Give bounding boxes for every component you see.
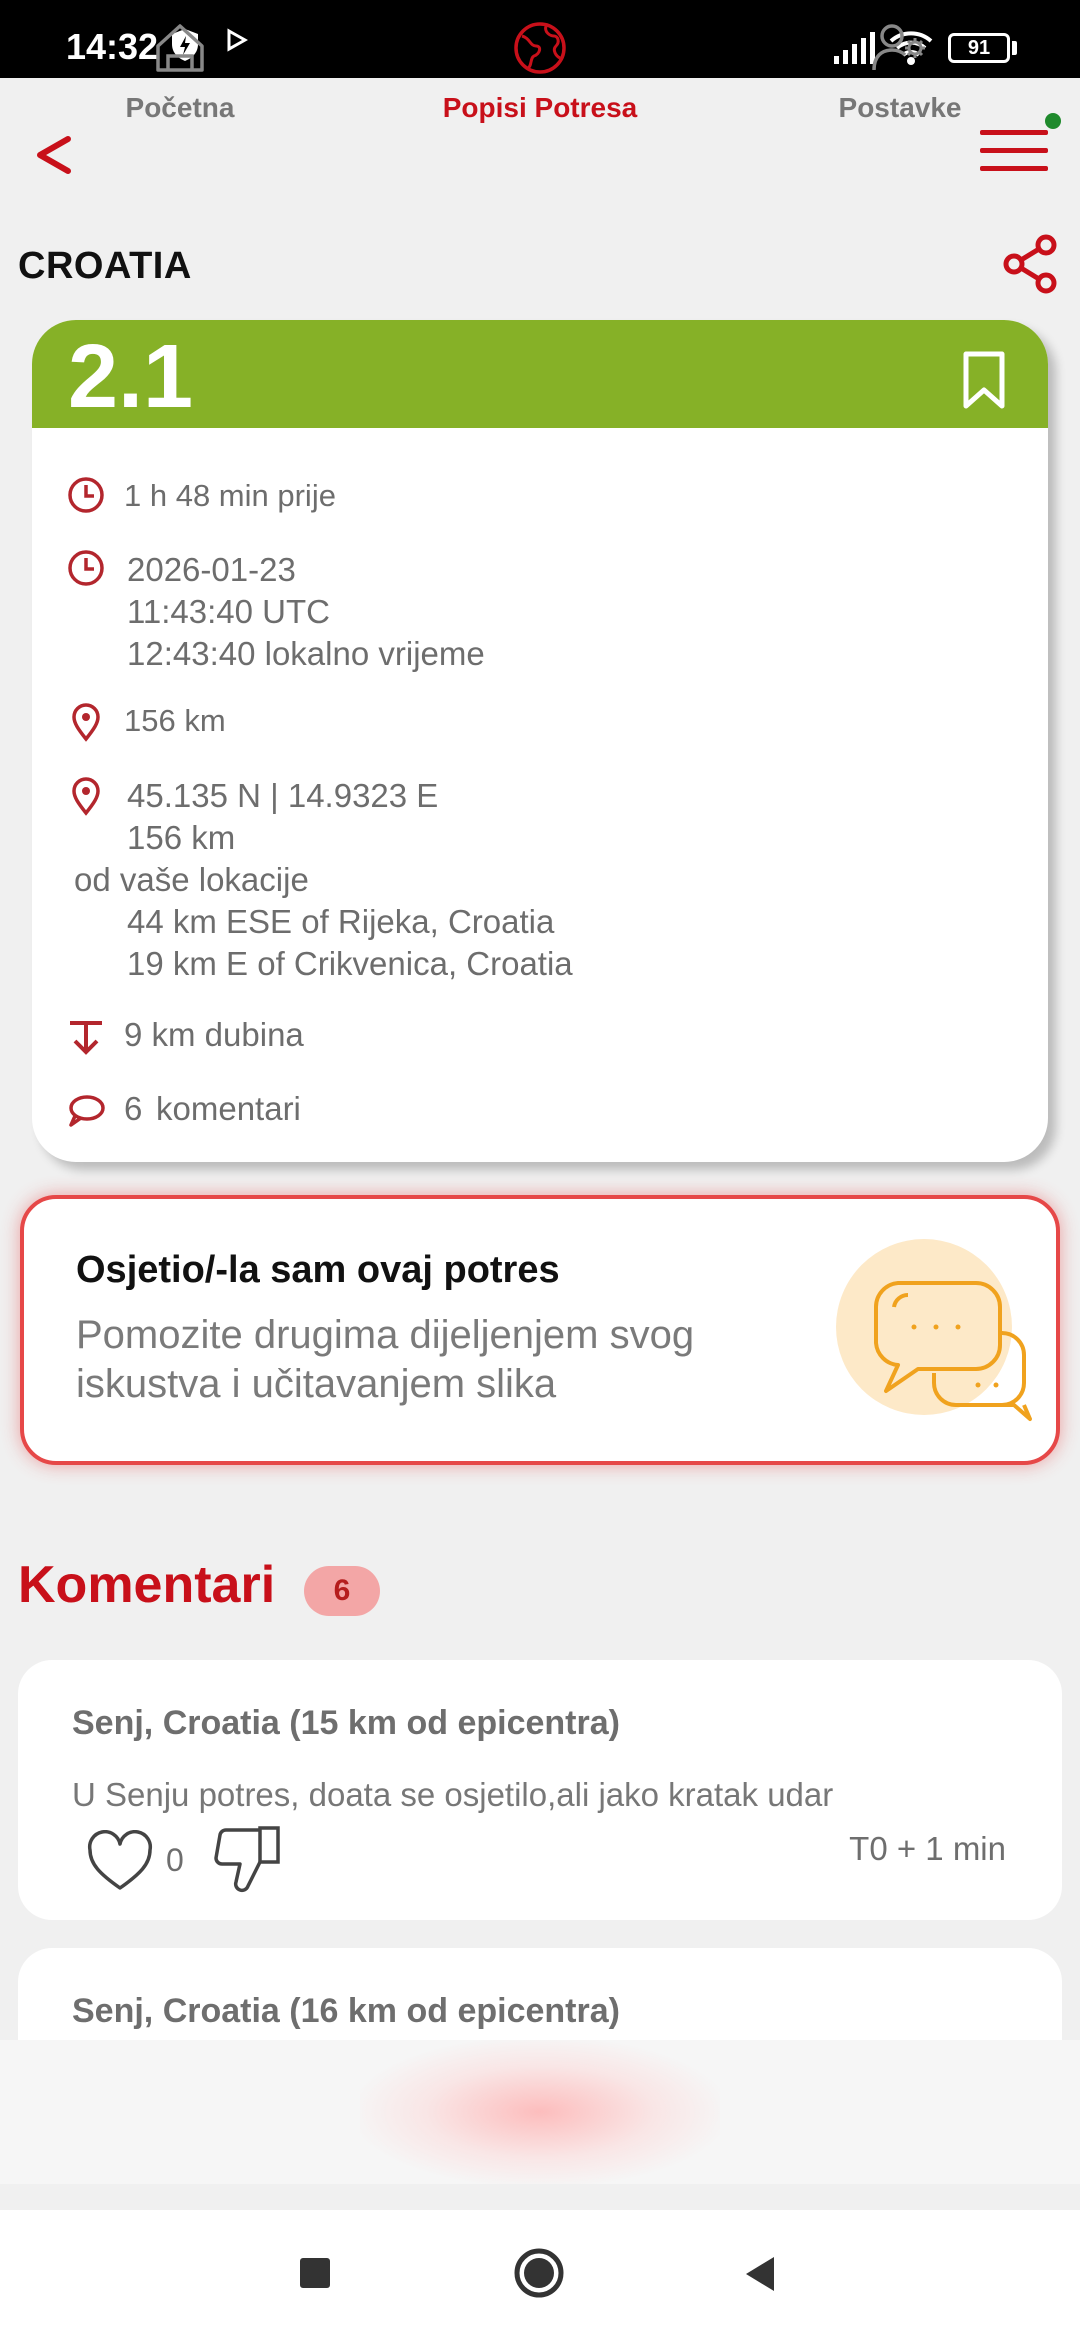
from-location: od vaše lokacije (74, 861, 309, 898)
chat-bubbles-icon (874, 1281, 1032, 1421)
distance: 156 km (124, 703, 226, 738)
nearby-place-1: 44 km ESE of Rijeka, Croatia (127, 903, 555, 940)
nearby-place-2: 19 km E of Crikvenica, Croatia (127, 945, 573, 982)
clock-icon (68, 477, 104, 513)
coordinates: 45.135 N | 14.9323 E (127, 777, 439, 814)
comment-location: Senj, Croatia (16 km od epicentra) (72, 1992, 620, 2030)
event-utc-time: 11:43:40 UTC (127, 593, 330, 630)
comment-time: T0 + 1 min (849, 1830, 1006, 1867)
notification-dot (1045, 113, 1061, 129)
magnitude-value: 2.1 (68, 327, 194, 427)
felt-subtitle: Pomozite drugima dijeljenjem svog iskust… (76, 1313, 695, 1406)
clock-icon (68, 550, 104, 586)
like-count: 0 (166, 1842, 184, 1878)
time-ago: 1 h 48 min prije (124, 478, 336, 513)
globe-icon (514, 22, 566, 74)
magnitude-header: 2.1 (32, 320, 1048, 428)
page-title: CROATIA (18, 245, 192, 287)
system-navigation-bar (0, 2210, 1080, 2340)
home-icon (156, 24, 204, 72)
bookmark-button[interactable] (954, 348, 1014, 412)
comment-icon (69, 1095, 105, 1127)
coordinates-distance: 156 km (127, 819, 236, 856)
nav-home[interactable]: Početna (60, 0, 300, 144)
nav-settings[interactable]: Postavke (780, 0, 1020, 144)
comments-heading: Komentari (18, 1556, 276, 1614)
depth: 9 km dubina (124, 1016, 304, 1053)
home-button[interactable] (512, 2246, 566, 2300)
location-pin-icon (72, 703, 100, 742)
recent-apps-button[interactable] (300, 2258, 330, 2288)
earthquake-details-card: 2.1 1 h 48 min prije 2026-01-23 11:43:40… (32, 320, 1048, 1162)
thumbs-down-icon[interactable] (212, 1824, 284, 1894)
comments-label-inline: komentari (156, 1090, 301, 1127)
system-back-button[interactable] (742, 2254, 778, 2294)
event-date: 2026-01-23 (127, 551, 296, 588)
nav-earthquake-list[interactable]: Popisi Potresa (420, 0, 660, 144)
comment-location: Senj, Croatia (15 km od epicentra) (72, 1704, 620, 1742)
nav-home-label: Početna (125, 92, 235, 123)
nav-settings-label: Postavke (838, 92, 962, 123)
active-tab-glow (360, 2040, 720, 2184)
depth-icon (70, 1021, 102, 1055)
felt-title: Osjetio/-la sam ovaj potres (76, 1249, 560, 1291)
user-settings-icon (872, 24, 925, 71)
comment-card: Senj, Croatia (15 km od epicentra) U Sen… (18, 1660, 1062, 1920)
event-local-time: 12:43:40 lokalno vrijeme (127, 635, 485, 672)
share-button[interactable] (1000, 233, 1060, 295)
comment-text: U Senju potres, doata se osjetilo,ali ja… (72, 1776, 834, 1813)
location-pin-icon (72, 777, 100, 816)
nav-earthquake-list-label: Popisi Potresa (442, 92, 638, 123)
comments-count-inline: 6 (124, 1090, 143, 1127)
felt-quake-button[interactable]: Osjetio/-la sam ovaj potres Pomozite dru… (20, 1195, 1060, 1465)
comments-count-badge: 6 (304, 1566, 380, 1616)
heart-icon[interactable] (86, 1830, 154, 1894)
